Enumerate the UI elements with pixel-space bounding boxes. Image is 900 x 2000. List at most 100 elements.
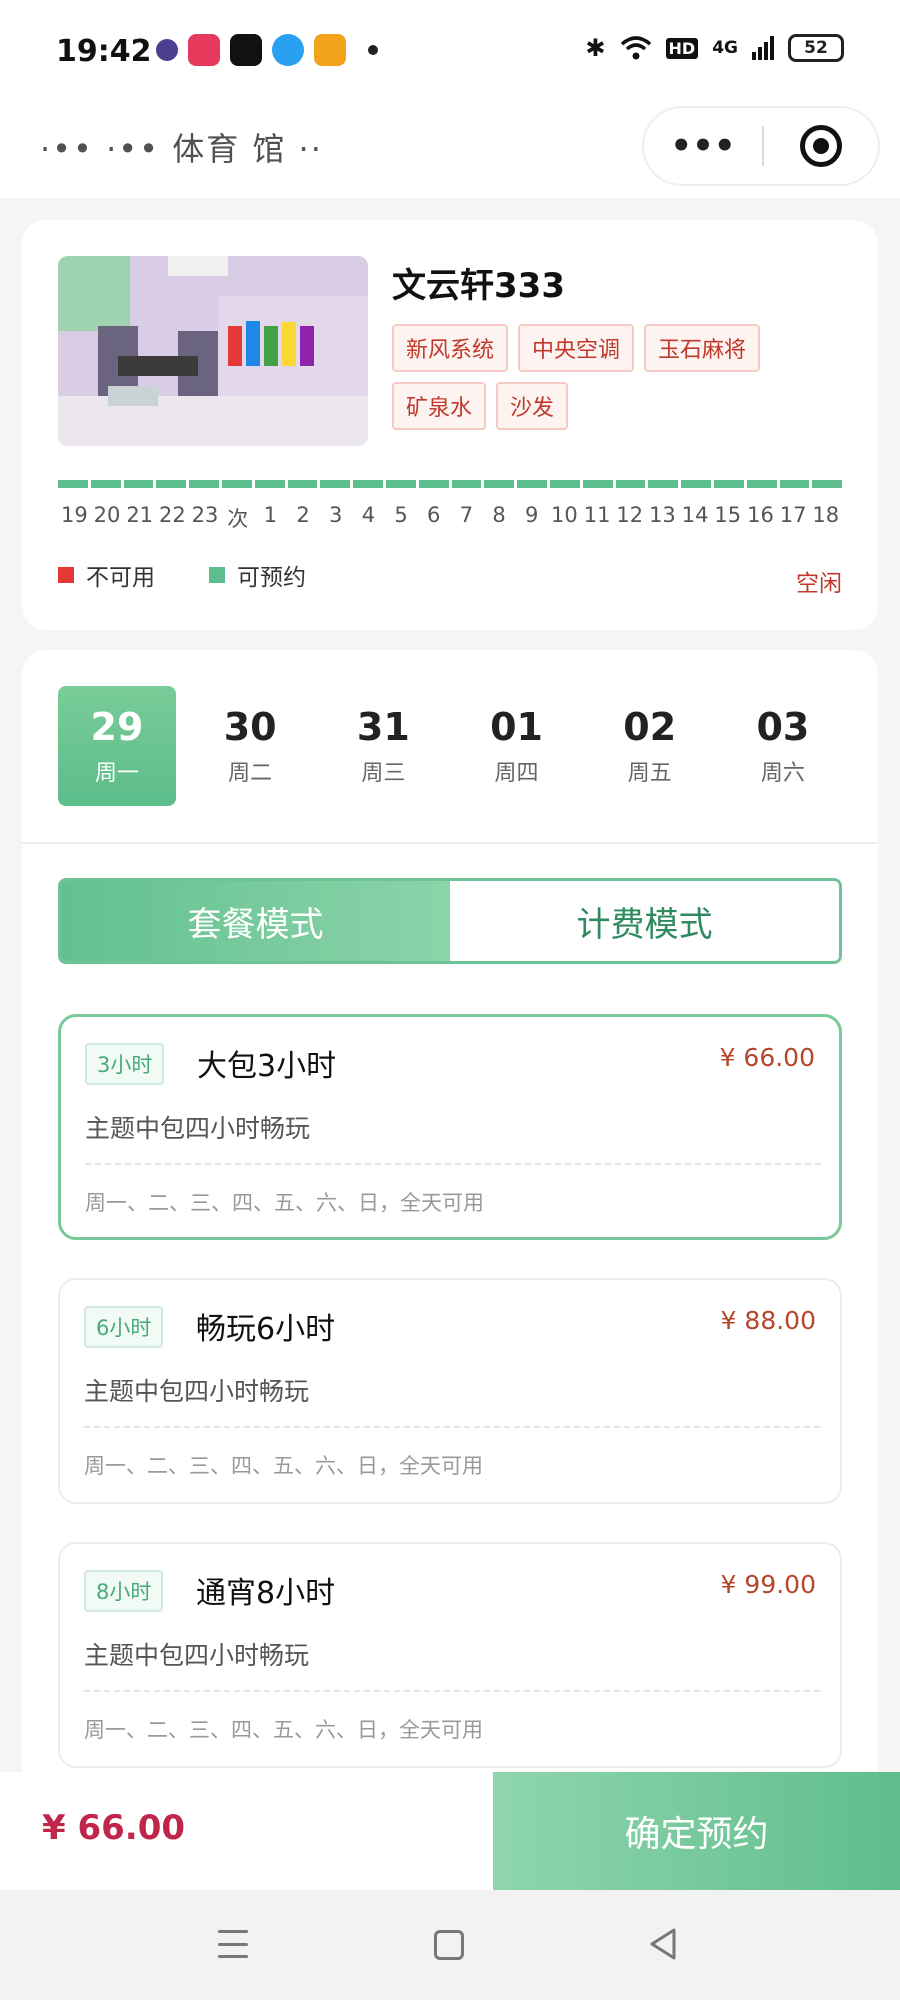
timeline-slot (385, 480, 416, 488)
confirm-booking-button[interactable]: 确定预约 (493, 1772, 900, 1890)
legend-unavailable-label: 不可用 (86, 565, 155, 591)
more-options-icon[interactable]: ••• (644, 108, 762, 184)
package-separator (85, 1163, 821, 1165)
timeline-slot (353, 480, 383, 488)
unavailable-swatch (58, 567, 74, 583)
legend-available-label: 可预约 (237, 565, 306, 591)
timeline-slot (221, 480, 252, 488)
date-option[interactable]: 03 周六 (724, 686, 842, 806)
timeline-slot (615, 480, 646, 488)
timeline-slot (681, 480, 711, 488)
timeline-slot (549, 480, 580, 488)
package-availability: 周一、二、三、四、五、六、日，全天可用 (84, 1718, 483, 1742)
package-price: ¥ 99.00 (720, 1570, 816, 1599)
date-day: 31 (356, 705, 410, 749)
date-day: 02 (623, 705, 677, 749)
room-photo (58, 256, 368, 446)
package-title: 畅玩6小时 (196, 1312, 336, 1347)
timeline-hour-label: 18 (812, 503, 840, 527)
timeline-slot (451, 480, 482, 488)
date-option[interactable]: 30 周二 (191, 686, 309, 806)
date-weekday: 周四 (494, 761, 539, 786)
weibo-icon (314, 34, 346, 66)
status-bar: 19:42 ✱ HD 4G 52 (0, 0, 900, 100)
timeline-hour-label: 5 (394, 503, 408, 527)
back-icon[interactable] (646, 1926, 682, 1962)
timeline-slot (582, 480, 613, 488)
android-nav-bar (0, 1890, 900, 2000)
package-option-selected[interactable]: 3小时 大包3小时 ¥ 66.00 主题中包四小时畅玩 周一、二、三、四、五、六… (58, 1014, 842, 1240)
close-mini-program-button[interactable] (764, 108, 878, 184)
legend-unavailable: 不可用 (58, 558, 155, 592)
checkout-bar: ¥ 66.00 确定预约 (0, 1772, 900, 1890)
package-availability: 周一、二、三、四、五、六、日，全天可用 (85, 1191, 484, 1215)
timeline-hour-label: 10 (551, 503, 578, 527)
timeline-legend: 不可用 可预约 (58, 558, 360, 592)
timeline-hour-label: 次 (227, 507, 249, 531)
timeline-slot (418, 480, 449, 488)
timeline-slot (746, 480, 777, 488)
timeline-hour-label: 14 (681, 503, 709, 527)
package-availability: 周一、二、三、四、五、六、日，全天可用 (84, 1454, 483, 1478)
timeline-slot (713, 480, 744, 488)
timeline-slot (779, 480, 810, 488)
timeline-hour-label: 20 (93, 503, 121, 527)
timeline-hour-label: 13 (649, 503, 676, 527)
duration-badge: 3小时 (85, 1043, 165, 1085)
room-info-card: 文云轩333 新风系统 中央空调 玉石麻将 矿泉水 沙发 19 20 21 22 23 次… (22, 220, 878, 630)
date-day: 03 (756, 705, 810, 749)
status-time: 19:42 (56, 34, 152, 69)
amenity-tag: 中央空调 (518, 324, 635, 372)
date-option-selected[interactable]: 29 周一 (58, 686, 176, 806)
package-title: 大包3小时 (197, 1049, 337, 1084)
app-notification-icon (156, 39, 178, 61)
package-title: 通宵8小时 (196, 1576, 336, 1611)
mini-program-capsule: ••• (642, 106, 880, 186)
hd-icon: HD (665, 37, 699, 59)
timeline-hour-label: 9 (525, 503, 539, 527)
package-price: ¥ 66.00 (719, 1043, 815, 1072)
billing-mode-tab[interactable]: 计费模式 (450, 881, 839, 961)
page-title: ·•• ·•• 体育 馆 ·· (40, 130, 323, 168)
package-mode-tab[interactable]: 套餐模式 (61, 881, 450, 961)
availability-timeline (58, 480, 843, 488)
timeline-hour-label: 2 (296, 503, 310, 527)
package-option[interactable]: 8小时 通宵8小时 ¥ 99.00 主题中包四小时畅玩 周一、二、三、四、五、六… (58, 1542, 842, 1768)
date-selector: 29 周一 30 周二 31 周三 01 周四 02 周五 03 周六 (58, 686, 842, 806)
mini-program-nav-bar: ·•• ·•• 体育 馆 ·· ••• (0, 100, 900, 198)
system-status: ✱ HD 4G 52 (585, 34, 844, 62)
date-option[interactable]: 02 周五 (591, 686, 709, 806)
timeline-hour-label: 8 (492, 503, 506, 527)
home-icon[interactable] (434, 1930, 464, 1960)
timeline-hour-label: 16 (747, 503, 774, 527)
date-option[interactable]: 31 周三 (324, 686, 442, 806)
timeline-hour-label: 3 (329, 503, 343, 527)
timeline-slot (90, 480, 121, 488)
date-weekday: 周六 (760, 761, 805, 786)
battery-icon: 52 (788, 34, 844, 62)
section-divider (22, 842, 878, 844)
date-weekday: 周一 (94, 761, 139, 786)
available-swatch (209, 567, 225, 583)
menu-icon[interactable] (218, 1930, 248, 1958)
date-option[interactable]: 01 周四 (458, 686, 576, 806)
timeline-hour-label: 6 (427, 503, 441, 527)
room-name: 文云轩333 (392, 266, 565, 306)
booking-card: 29 周一 30 周二 31 周三 01 周四 02 周五 03 周六 套餐模式… (22, 650, 878, 1790)
package-option[interactable]: 6小时 畅玩6小时 ¥ 88.00 主题中包四小时畅玩 周一、二、三、四、五、六… (58, 1278, 842, 1504)
timeline-hour-label: 23 (191, 503, 219, 527)
date-weekday: 周三 (361, 761, 406, 786)
package-separator (84, 1426, 820, 1428)
timeline-slot (156, 480, 187, 488)
amenity-tag: 矿泉水 (392, 382, 487, 430)
total-price: ¥ 66.00 (42, 1808, 186, 1848)
timeline-slot (254, 480, 285, 488)
network-label: 4G (712, 38, 738, 58)
app-notification-icon (188, 34, 220, 66)
notification-icons (156, 34, 378, 66)
amenity-tag: 沙发 (496, 382, 569, 430)
amenity-tag: 新风系统 (392, 324, 509, 372)
date-day: 29 (90, 705, 144, 749)
duration-badge: 8小时 (84, 1570, 164, 1612)
timeline-hour-label: 1 (263, 503, 278, 527)
